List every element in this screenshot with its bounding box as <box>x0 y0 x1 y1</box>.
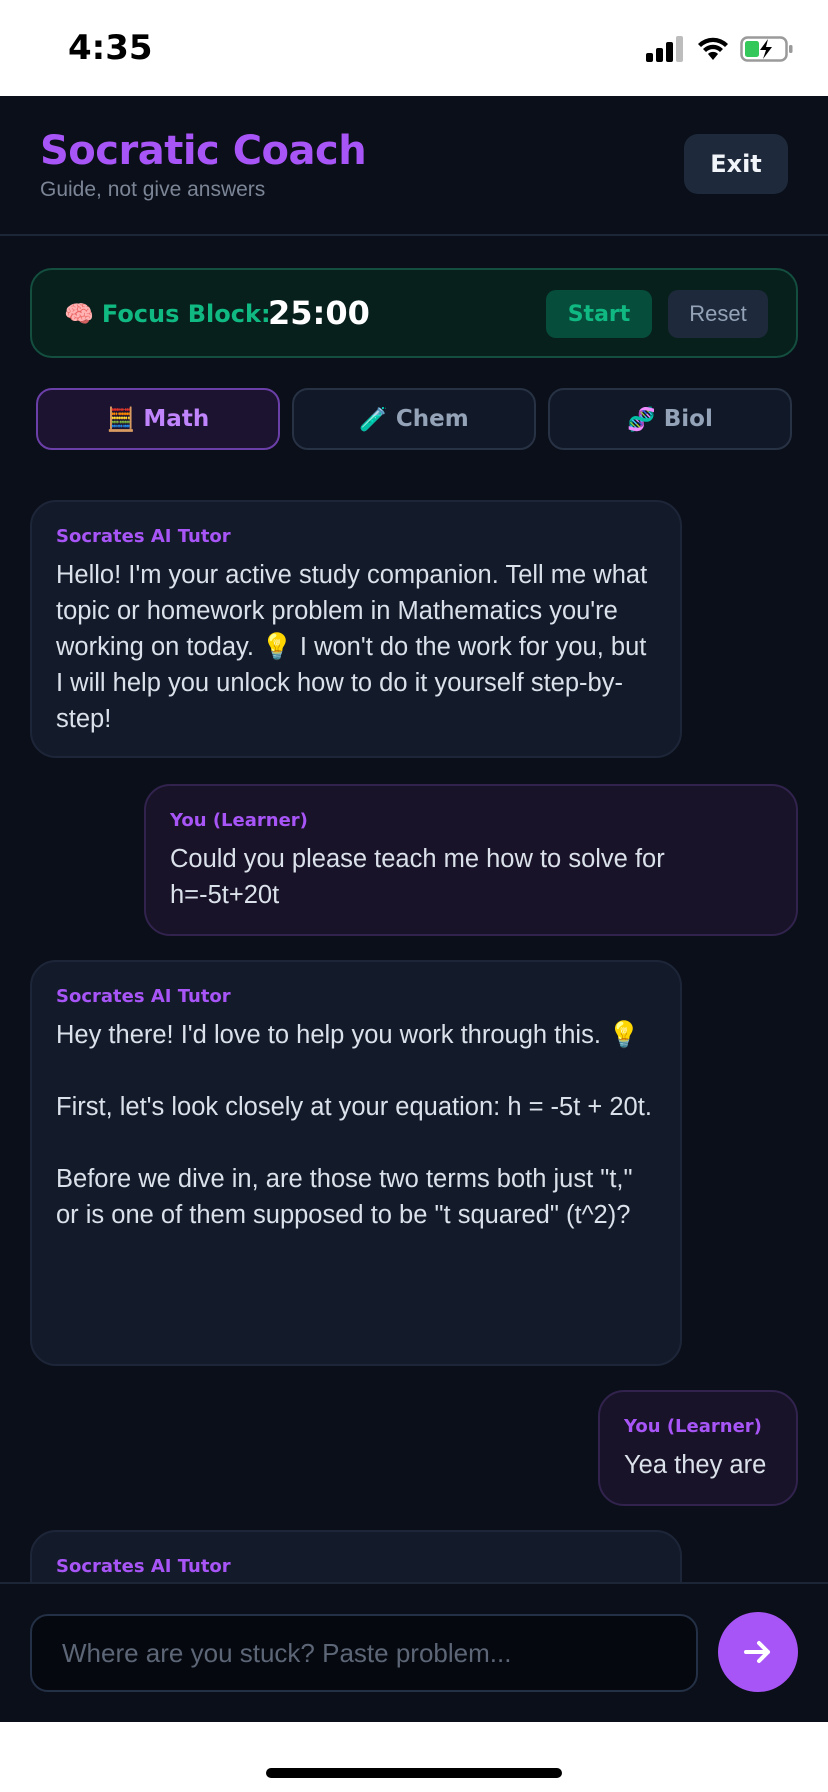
app-subtitle: Guide, not give answers <box>40 178 266 201</box>
tab-chem[interactable]: 🧪 Chem <box>292 388 536 450</box>
subject-tabs: 🧮 Math 🧪 Chem 🧬 Biol <box>36 388 792 450</box>
message-learner: You (Learner) Could you please teach me … <box>144 784 798 936</box>
message-sender: Socrates AI Tutor <box>56 986 231 1007</box>
tab-label: Chem <box>395 406 469 432</box>
reset-button[interactable]: Reset <box>668 290 768 338</box>
focus-label: 🧠 Focus Block: <box>64 300 271 328</box>
dna-icon: 🧬 <box>627 406 656 433</box>
message-text: Could you please teach me how to solve f… <box>170 845 672 909</box>
status-bar: 4:35 <box>0 0 828 96</box>
app-title: Socratic Coach <box>40 128 367 174</box>
focus-label-text: Focus Block: <box>101 300 271 328</box>
abacus-icon: 🧮 <box>106 406 136 433</box>
status-time: 4:35 <box>68 28 153 68</box>
signal-icon <box>646 36 683 62</box>
message-input[interactable] <box>30 1614 698 1692</box>
tab-label: Math <box>143 406 210 432</box>
home-area <box>0 1722 828 1792</box>
test-tube-icon: 🧪 <box>359 406 388 433</box>
message-sender: Socrates AI Tutor <box>56 526 231 547</box>
battery-charging-icon <box>740 36 793 62</box>
app-screen: Socratic Coach Guide, not give answers E… <box>0 96 828 1722</box>
home-indicator[interactable] <box>266 1768 562 1778</box>
header: Socratic Coach Guide, not give answers E… <box>0 96 828 236</box>
focus-time: 25:00 <box>268 294 370 332</box>
message-text: Hey there! I'd love to help you work thr… <box>56 1021 652 1229</box>
brain-icon: 🧠 <box>64 300 94 328</box>
start-button[interactable]: Start <box>546 290 652 338</box>
tab-math[interactable]: 🧮 Math <box>36 388 280 450</box>
focus-timer-panel: 🧠 Focus Block: 25:00 Start Reset <box>30 268 798 358</box>
message-sender: You (Learner) <box>170 810 308 831</box>
status-icons <box>646 34 794 64</box>
send-button[interactable] <box>718 1612 798 1692</box>
composer <box>0 1582 828 1722</box>
message-tutor: Socrates AI Tutor Hello! I'm your active… <box>30 500 682 758</box>
tab-label: Biol <box>663 406 713 432</box>
message-text: Hello! I'm your active study companion. … <box>56 561 655 733</box>
wifi-icon <box>698 37 728 60</box>
tab-biol[interactable]: 🧬 Biol <box>548 388 792 450</box>
message-text: Yea they are <box>624 1451 767 1479</box>
message-sender: Socrates AI Tutor <box>56 1556 231 1577</box>
message-learner: You (Learner) Yea they are <box>598 1390 798 1506</box>
exit-button[interactable]: Exit <box>684 134 788 194</box>
chat-messages[interactable]: Socrates AI Tutor Hello! I'm your active… <box>0 500 828 1606</box>
arrow-right-icon <box>744 1641 770 1663</box>
message-tutor: Socrates AI Tutor Hey there! I'd love to… <box>30 960 682 1366</box>
message-sender: You (Learner) <box>624 1416 762 1437</box>
